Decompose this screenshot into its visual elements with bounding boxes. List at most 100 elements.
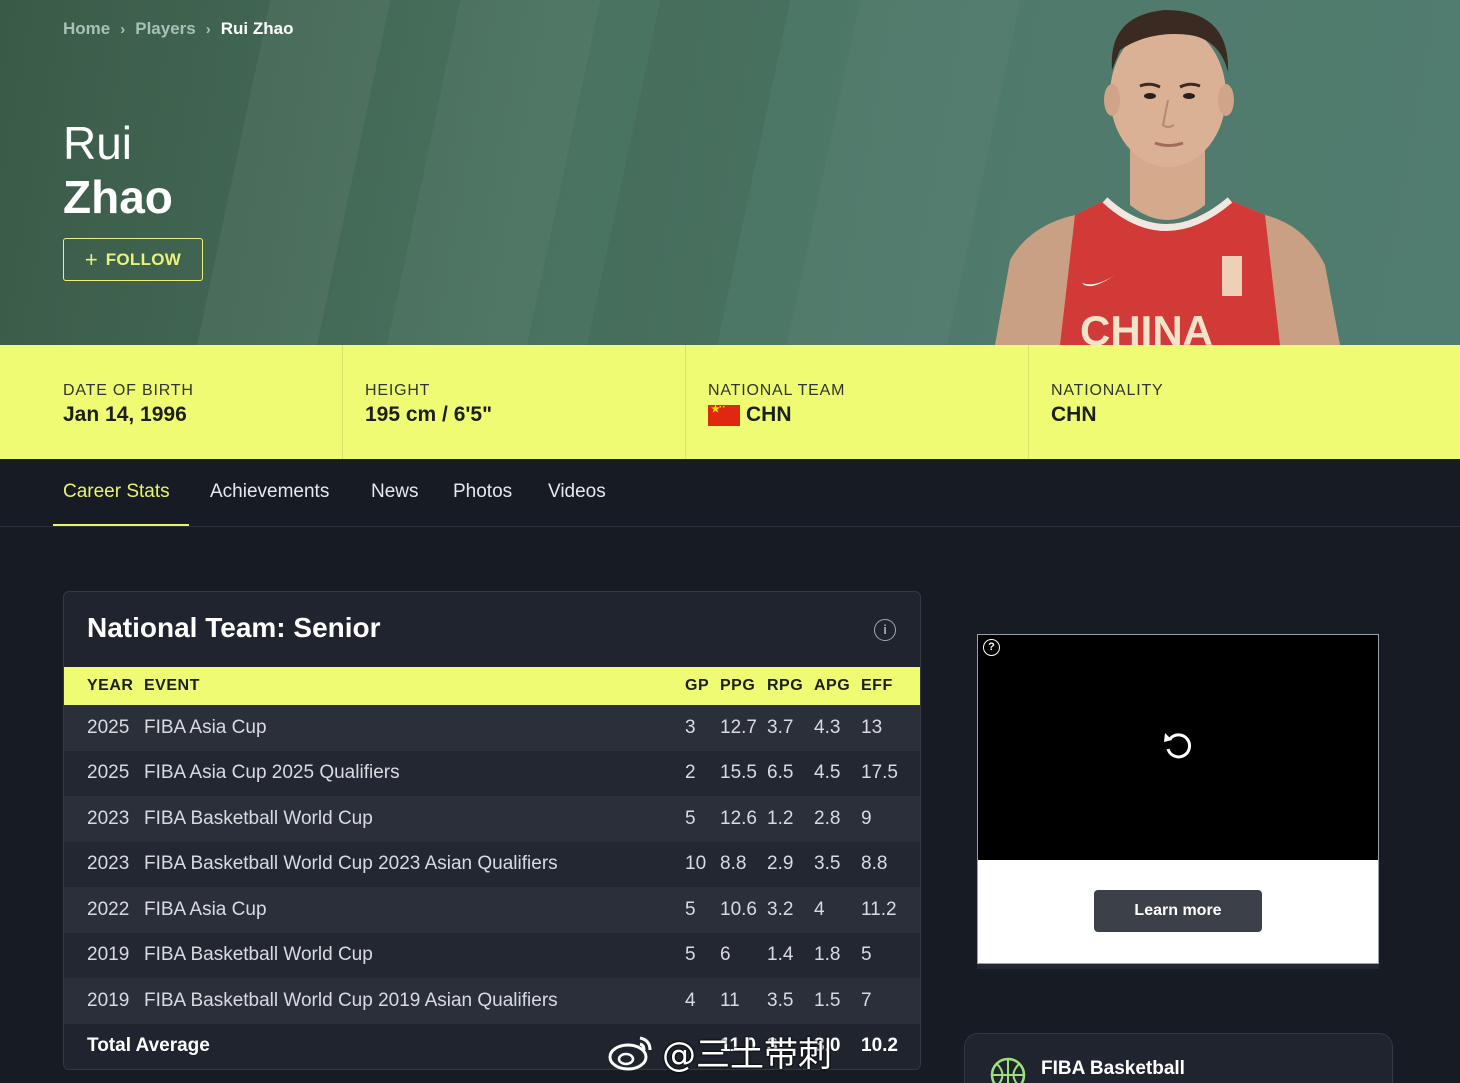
dob-value: Jan 14, 1996 xyxy=(63,403,187,426)
col-header-rpg: RPG xyxy=(767,677,804,694)
cell-apg: 4.3 xyxy=(814,716,841,738)
cell-year: 2023 xyxy=(87,807,130,829)
replay-icon[interactable] xyxy=(1160,727,1196,763)
hero-stripe xyxy=(181,0,399,345)
cell-apg: 2.8 xyxy=(814,807,841,829)
cell-year: 2019 xyxy=(87,944,130,966)
cell-event[interactable]: FIBA Basketball World Cup 2019 Asian Qua… xyxy=(144,978,685,1024)
info-label: HEIGHT xyxy=(365,382,431,399)
table-row: 2022 FIBA Asia Cup 5 10.6 3.2 4 11.2 xyxy=(64,887,920,933)
cell-gp: 5 xyxy=(685,898,696,920)
cell-ppg: 15.5 xyxy=(720,762,757,784)
cell-apg: 1.8 xyxy=(814,944,841,966)
player-info-bar: DATE OF BIRTH Jan 14, 1996 HEIGHT 195 cm… xyxy=(0,345,1460,459)
table-row: 2023 FIBA Basketball World Cup 2023 Asia… xyxy=(64,841,920,888)
hero-stripe xyxy=(371,0,609,345)
info-label: NATIONALITY xyxy=(1051,382,1164,399)
chevron-right-icon: › xyxy=(120,20,126,38)
player-last-name: Zhao xyxy=(63,171,173,223)
total-eff: 10.2 xyxy=(861,1035,898,1057)
help-icon[interactable]: ? xyxy=(983,639,1000,656)
tab-career-stats[interactable]: Career Stats xyxy=(63,481,170,503)
tab-news[interactable]: News xyxy=(371,481,419,503)
learn-more-button[interactable]: Learn more xyxy=(1094,890,1262,932)
cell-apg: 3.5 xyxy=(814,853,841,875)
cell-ppg: 6 xyxy=(720,944,731,966)
cell-gp: 5 xyxy=(685,944,696,966)
col-header-event: EVENT xyxy=(144,677,200,694)
cell-year: 2025 xyxy=(87,762,130,784)
stats-card-title: National Team: Senior xyxy=(87,612,381,643)
cell-eff: 5 xyxy=(861,944,872,966)
tab-photos[interactable]: Photos xyxy=(453,481,512,503)
breadcrumb: Home › Players › Rui Zhao xyxy=(63,19,293,39)
svg-text:CHINA: CHINA xyxy=(1080,307,1213,345)
watermark-text: @三土带刺 xyxy=(662,1035,832,1075)
cell-eff: 11.2 xyxy=(861,898,897,920)
cell-gp: 2 xyxy=(685,762,696,784)
weibo-watermark: @三土带刺 xyxy=(606,1027,832,1076)
tab-achievements[interactable]: Achievements xyxy=(210,481,329,503)
cell-rpg: 3.7 xyxy=(767,716,794,738)
ad-video-player[interactable]: ? xyxy=(978,635,1378,860)
cell-event[interactable]: FIBA Asia Cup 2025 Qualifiers xyxy=(144,751,685,797)
info-label: DATE OF BIRTH xyxy=(63,382,194,399)
weibo-icon xyxy=(608,1036,652,1070)
hero-stripe xyxy=(571,0,799,345)
col-header-ppg: PPG xyxy=(720,677,756,694)
fiba-card-name: FIBA Basketball xyxy=(1041,1058,1185,1079)
stats-card: National Team: Senior i YEAR EVENT GP PP… xyxy=(63,591,921,1070)
height-value: 195 cm / 6'5" xyxy=(365,403,493,426)
cell-rpg: 2.9 xyxy=(767,853,794,875)
player-hero: Home › Players › Rui Zhao Rui Zhao + FOL… xyxy=(0,0,1460,345)
cell-rpg: 6.5 xyxy=(767,762,794,784)
info-nationality: NATIONALITY CHN xyxy=(1029,345,1417,459)
cell-ppg: 12.6 xyxy=(720,807,757,829)
video-ad: ? Learn more xyxy=(977,634,1379,964)
follow-button[interactable]: + FOLLOW xyxy=(63,238,203,281)
cell-eff: 17.5 xyxy=(861,762,898,784)
cell-year: 2022 xyxy=(87,898,130,920)
cell-event[interactable]: FIBA Basketball World Cup xyxy=(144,796,685,842)
cell-eff: 9 xyxy=(861,807,872,829)
col-header-year: YEAR xyxy=(87,677,134,694)
player-photo: CHINA xyxy=(995,10,1340,345)
cell-year: 2023 xyxy=(87,853,130,875)
col-header-gp: GP xyxy=(685,677,710,694)
tab-videos[interactable]: Videos xyxy=(548,481,606,503)
fiba-basketball-card[interactable]: FIBA Basketball xyxy=(964,1033,1393,1083)
info-label: NATIONAL TEAM xyxy=(708,382,846,399)
cell-event[interactable]: FIBA Basketball World Cup 2023 Asian Qua… xyxy=(144,842,685,888)
breadcrumb-players[interactable]: Players xyxy=(135,19,196,39)
profile-tabs: Career Stats Achievements News Photos Vi… xyxy=(0,459,1460,527)
table-row: 2019 FIBA Basketball World Cup 5 6 1.4 1… xyxy=(64,932,920,979)
cell-eff: 7 xyxy=(861,989,872,1011)
active-tab-indicator xyxy=(53,524,189,526)
cell-event[interactable]: FIBA Asia Cup xyxy=(144,887,685,933)
breadcrumb-current: Rui Zhao xyxy=(220,19,294,38)
stats-header-row: YEAR EVENT GP PPG RPG APG EFF xyxy=(64,667,920,705)
breadcrumb-home[interactable]: Home xyxy=(63,19,110,39)
cell-gp: 4 xyxy=(685,989,696,1011)
table-row: 2019 FIBA Basketball World Cup 2019 Asia… xyxy=(64,978,920,1024)
info-value: 195 cm / 6'5" xyxy=(365,403,685,427)
info-icon[interactable]: i xyxy=(874,619,896,641)
cell-gp: 5 xyxy=(685,807,696,829)
total-label: Total Average xyxy=(87,1035,210,1057)
cell-eff: 8.8 xyxy=(861,853,888,875)
table-row: 2023 FIBA Basketball World Cup 5 12.6 1.… xyxy=(64,796,920,842)
cell-ppg: 8.8 xyxy=(720,853,747,875)
cell-event[interactable]: FIBA Asia Cup xyxy=(144,705,685,751)
info-height: HEIGHT 195 cm / 6'5" xyxy=(343,345,686,459)
col-header-apg: APG xyxy=(814,677,851,694)
cell-year: 2025 xyxy=(87,716,130,738)
cell-apg: 4 xyxy=(814,898,825,920)
national-team-value[interactable]: CHN xyxy=(746,403,792,427)
cell-ppg: 12.7 xyxy=(720,716,757,738)
follow-button-label: FOLLOW xyxy=(105,249,182,269)
info-value: CHN xyxy=(708,402,1028,427)
cell-rpg: 3.2 xyxy=(767,898,794,920)
plus-icon: + xyxy=(84,246,98,272)
cell-gp: 3 xyxy=(685,716,696,738)
cell-event[interactable]: FIBA Basketball World Cup xyxy=(144,933,685,979)
